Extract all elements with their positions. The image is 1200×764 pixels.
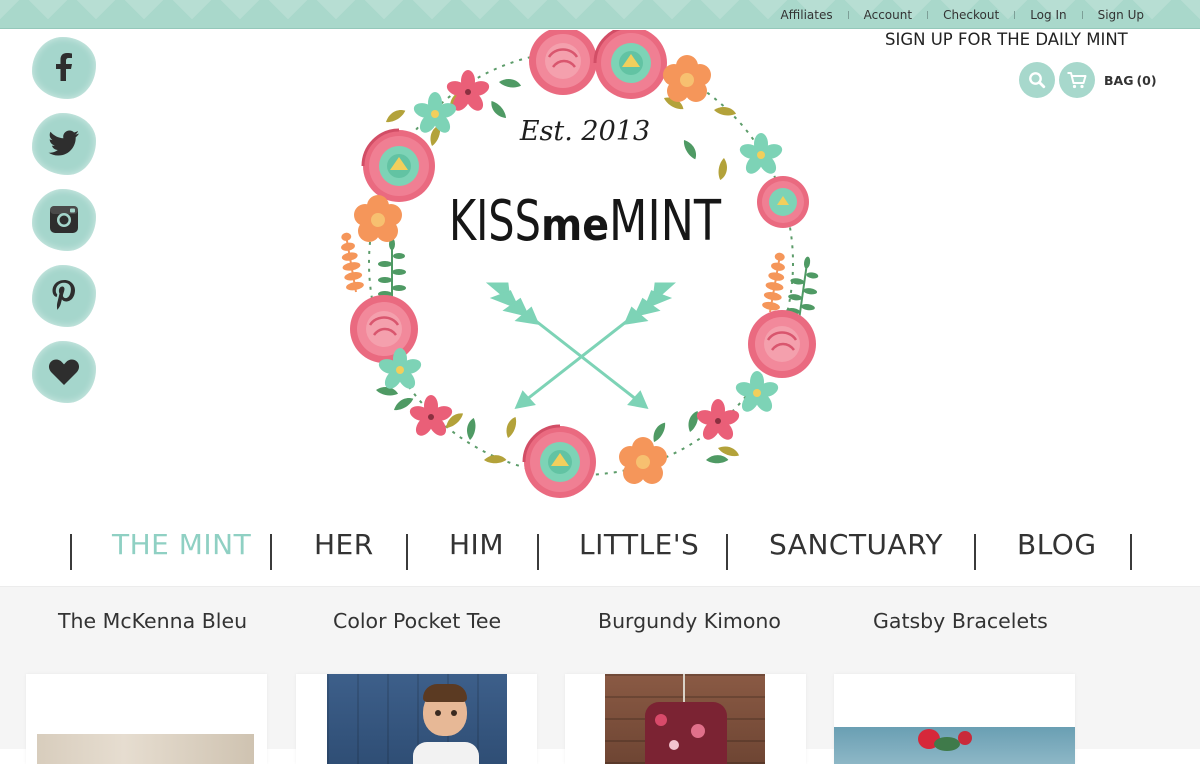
nav-item-blog[interactable]: BLOG [1017,528,1097,561]
nav-separator [726,534,728,570]
nav-item-sanctuary[interactable]: SANCTUARY [769,528,943,561]
logo-me: me [541,200,609,251]
pinterest-icon [30,261,98,329]
main-nav: THE MINT HER HIM LITTLE'S SANCTUARY BLOG [0,520,1200,582]
cart-icon [1066,70,1088,90]
top-links: Affiliates Account Checkout Log In Sign … [780,0,1144,29]
facebook-button[interactable] [30,33,98,101]
link-separator [1014,10,1016,19]
nav-item-the-mint[interactable]: THE MINT [112,528,251,561]
nav-item-littles[interactable]: LITTLE'S [579,528,699,561]
daily-mint-signup-link[interactable]: SIGN UP FOR THE DAILY MINT [885,30,1128,49]
search-icon [1027,70,1047,90]
product-card-mckenna-bleu[interactable] [26,674,267,764]
product-image [834,727,1075,764]
signup-link[interactable]: Sign Up [1098,8,1144,22]
top-strip: Affiliates Account Checkout Log In Sign … [0,0,1200,29]
facebook-icon [30,33,98,101]
link-separator [927,10,929,19]
twitter-button[interactable] [30,109,98,177]
nav-separator [1130,534,1132,570]
product-image [327,674,507,764]
nav-separator [70,534,72,570]
crossed-arrows-icon [485,282,676,409]
logo-est-text: Est. 2013 [519,116,650,147]
bag-link[interactable]: BAG (0) [1104,73,1157,88]
site-logo[interactable]: Est. 2013 KISSmeMINT [334,25,834,502]
product-card-burgundy-kimono[interactable] [565,674,806,764]
instagram-icon [30,185,98,253]
bag-label: BAG [1104,73,1134,88]
product-card-gatsby-bracelets[interactable] [834,674,1075,764]
product-image [37,734,254,764]
nav-separator [406,534,408,570]
nav-separator [270,534,272,570]
logo-kiss: KISS [449,189,541,254]
logo-wordmark: KISSmeMINT [449,189,721,254]
product-title-color-pocket-tee[interactable]: Color Pocket Tee [333,609,501,633]
heart-icon [30,337,98,405]
nav-item-him[interactable]: HIM [449,528,504,561]
affiliates-link[interactable]: Affiliates [780,8,832,22]
nav-item-her[interactable]: HER [314,528,374,561]
cart-button[interactable] [1059,62,1095,98]
link-separator [847,10,849,19]
nav-separator [537,534,539,570]
login-link[interactable]: Log In [1030,8,1066,22]
bag-count: (0) [1136,73,1157,88]
product-card-color-pocket-tee[interactable] [296,674,537,764]
product-title-mckenna-bleu[interactable]: The McKenna Bleu [58,609,247,633]
account-link[interactable]: Account [864,8,912,22]
pinterest-button[interactable] [30,261,98,329]
checkout-link[interactable]: Checkout [943,8,999,22]
product-title-gatsby-bracelets[interactable]: Gatsby Bracelets [873,609,1048,633]
logo-mint: MINT [609,189,721,254]
link-separator [1081,10,1083,19]
social-icons [30,33,100,413]
featured-products: The McKenna Bleu Color Pocket Tee Burgun… [0,586,1200,764]
instagram-button[interactable] [30,185,98,253]
twitter-icon [30,109,98,177]
bloglovin-button[interactable] [30,337,98,405]
search-button[interactable] [1019,62,1055,98]
nav-separator [974,534,976,570]
product-title-burgundy-kimono[interactable]: Burgundy Kimono [598,609,781,633]
product-image [605,674,765,764]
